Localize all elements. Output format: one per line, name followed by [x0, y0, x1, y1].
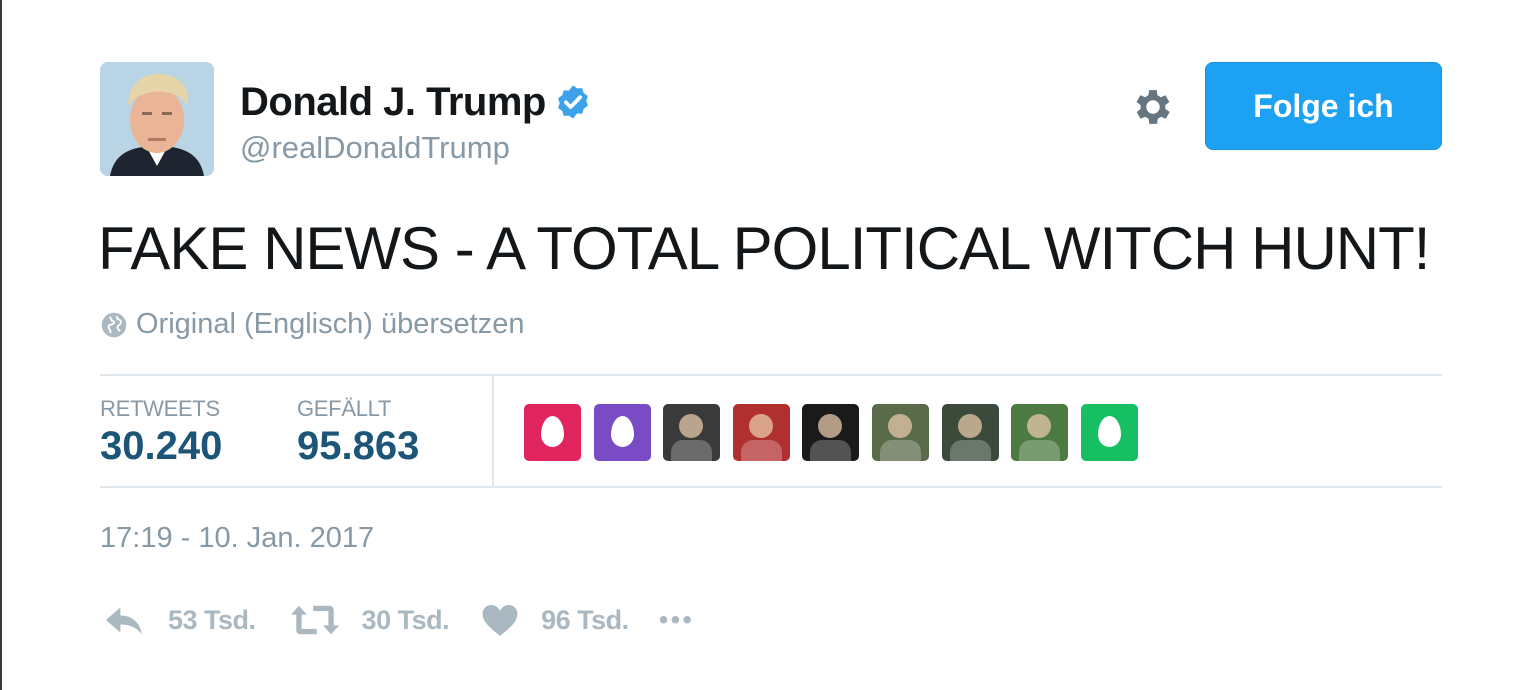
- liker-avatar[interactable]: [663, 404, 721, 461]
- following-button[interactable]: Folge ich: [1205, 62, 1442, 150]
- egg-icon: [610, 416, 634, 447]
- retweet-icon: [290, 605, 339, 635]
- liker-avatar-egg[interactable]: [524, 404, 581, 461]
- translate-link[interactable]: Original (Englisch) übersetzen: [100, 308, 524, 341]
- avatar-photo-body: [879, 440, 921, 461]
- avatar-photo: [818, 414, 843, 438]
- tweet-text: FAKE NEWS - A TOTAL POLITICAL WITCH HUNT…: [98, 215, 1430, 282]
- avatar-photo: [887, 414, 912, 438]
- like-count: 96 Tsd.: [541, 604, 629, 635]
- liker-avatar[interactable]: [1011, 404, 1069, 461]
- avatar-photo-body: [810, 440, 852, 461]
- liker-avatar[interactable]: [732, 404, 790, 461]
- retweets-value: 30.240: [100, 424, 223, 468]
- user-handle[interactable]: @realDonaldTrump: [240, 130, 592, 166]
- verified-badge-icon: [557, 85, 588, 119]
- avatar-photo-body: [740, 440, 782, 461]
- reply-button[interactable]: 53 Tsd.: [102, 602, 256, 638]
- avatar-portrait: [100, 62, 214, 176]
- gear-icon[interactable]: [1130, 84, 1176, 130]
- liker-avatar[interactable]: [871, 404, 929, 461]
- translate-label[interactable]: Original (Englisch) übersetzen: [136, 308, 524, 341]
- reply-icon: [106, 607, 142, 635]
- tweet-header: Donald J. Trump @realDonaldTrump Folge i…: [98, 62, 1442, 180]
- tweet-timestamp[interactable]: 17:19 - 10. Jan. 2017: [100, 522, 374, 555]
- avatar-photo-body: [949, 440, 991, 461]
- more-options-icon[interactable]: •••: [659, 604, 694, 636]
- retweet-button[interactable]: 30 Tsd.: [290, 602, 450, 638]
- avatar-photo: [1027, 414, 1052, 438]
- tweet-permalink: Donald J. Trump @realDonaldTrump Folge i…: [0, 0, 1536, 690]
- liker-avatar[interactable]: [941, 404, 999, 461]
- like-button[interactable]: 96 Tsd.: [481, 602, 629, 638]
- avatar-photo: [957, 414, 982, 438]
- retweet-count: 30 Tsd.: [361, 604, 450, 635]
- globe-icon: [101, 312, 127, 337]
- liker-avatar-egg[interactable]: [593, 404, 651, 461]
- user-name-block[interactable]: Donald J. Trump @realDonaldTrump: [240, 76, 592, 166]
- user-fullname[interactable]: Donald J. Trump: [240, 80, 546, 125]
- avatar-photo: [748, 414, 773, 438]
- avatar-photo-body: [671, 440, 713, 461]
- likes-value: 95.863: [297, 424, 420, 468]
- stats-divider: [492, 376, 494, 486]
- egg-icon: [1097, 416, 1121, 447]
- liker-avatar[interactable]: [802, 404, 860, 461]
- liker-avatar-egg[interactable]: [1080, 404, 1138, 461]
- heart-icon: [482, 604, 518, 636]
- likes-label: GEFÄLLT: [297, 396, 392, 421]
- tweet-actions: 53 Tsd. 30 Tsd. 96 Tsd. •••: [102, 598, 694, 642]
- user-avatar[interactable]: [100, 62, 214, 176]
- liker-avatars: [524, 404, 1150, 461]
- avatar-photo: [679, 414, 704, 438]
- retweets-stat[interactable]: RETWEETS 30.240: [100, 396, 222, 469]
- reply-count: 53 Tsd.: [168, 604, 256, 635]
- retweets-label: RETWEETS: [100, 396, 220, 421]
- egg-icon: [541, 416, 564, 447]
- tweet-stats: RETWEETS 30.240 GEFÄLLT 95.863: [100, 374, 1442, 488]
- likes-stat[interactable]: GEFÄLLT 95.863: [297, 396, 419, 469]
- avatar-photo-body: [1019, 440, 1061, 461]
